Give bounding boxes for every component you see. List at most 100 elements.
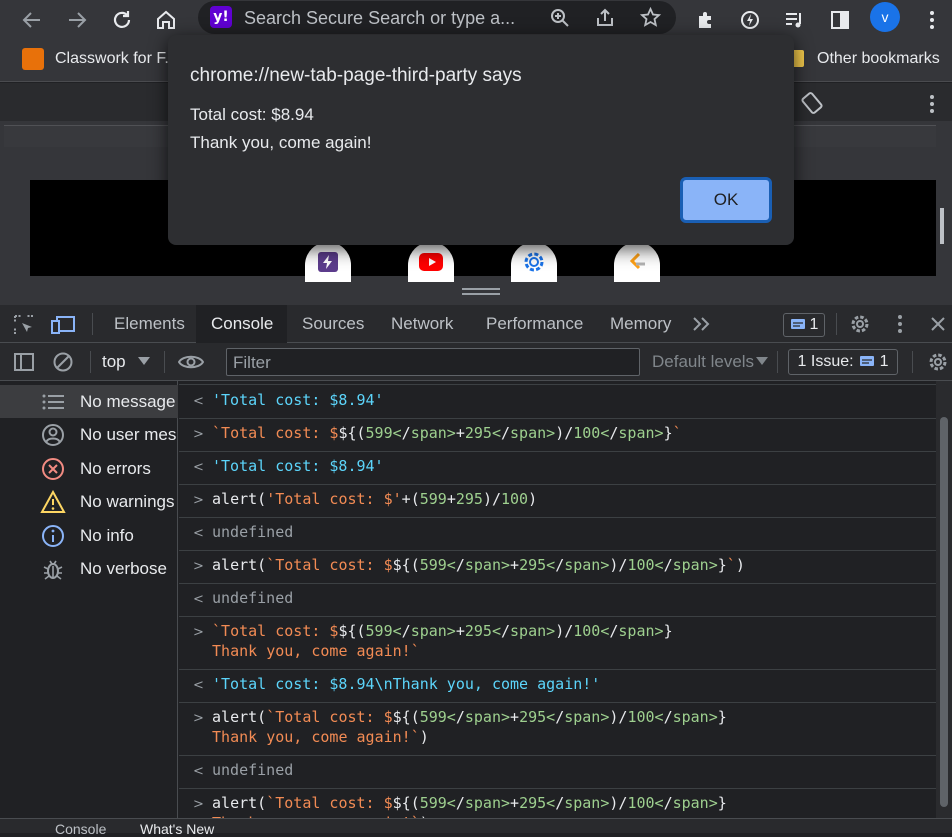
home-icon [157,10,175,29]
console-input-row: > alert(`Total cost: $${(599</span>+295</… [179,789,936,818]
alert-dialog: chrome://new-tab-page-third-party says T… [168,35,794,245]
sidebar-label: No errors [80,459,151,478]
chrome-menu-button[interactable] [916,4,948,36]
zoom-icon[interactable] [550,8,570,28]
device-toolbar-icon[interactable] [51,314,75,336]
devtools-menu-icon[interactable] [896,314,904,334]
filter-input[interactable]: Filter [226,348,640,376]
back-arrow-icon [22,12,40,28]
sidebar-label: No user messages [80,425,176,444]
toolbar-divider [90,351,91,373]
result-arrow-icon: < [193,764,204,779]
result-arrow-icon: < [193,394,204,409]
shortcut-youtube[interactable] [408,242,454,282]
console-toolbar: top Filter Default levels 1 Issue: 1 [0,343,952,381]
more-tabs-chevron-icon[interactable] [692,316,712,332]
bookmark-classwork[interactable]: Classwork for F... [55,50,178,68]
share-icon[interactable] [595,8,615,28]
input-prompt-icon: > [193,559,204,574]
rotate-device-icon[interactable] [800,91,824,115]
back-button[interactable] [16,4,48,36]
bolt-app-icon [318,252,338,272]
settings-gear-icon[interactable] [849,313,871,335]
context-selector[interactable]: top [102,352,126,372]
console-settings-icon[interactable] [927,351,949,373]
shortcut-settings[interactable] [511,242,557,282]
side-panel-icon [831,11,849,29]
scrollbar-thumb[interactable] [940,417,948,807]
console-line: undefined [212,523,294,541]
inspect-element-icon[interactable] [13,314,35,336]
result-arrow-icon: < [193,592,204,607]
reload-button[interactable] [106,4,138,36]
console-line: undefined [212,589,294,607]
forward-button[interactable] [61,4,93,36]
tab-sources[interactable]: Sources [288,305,378,343]
console-input-row: > `Total cost: $${(599</span>+295</span>)… [179,617,936,670]
dialog-message-line1: Total cost: $8.94 [190,105,314,124]
console-input-row: > alert(`Total cost: $${(599</span>+295</… [179,551,936,584]
extension-bolt-button[interactable] [734,4,766,36]
user-icon [40,422,66,448]
console-result-row: < 'Total cost: $8.94' [179,386,936,419]
sidebar-item-user-messages[interactable]: No user messages [0,418,178,451]
info-icon [40,523,66,549]
chevron-down-icon [138,357,150,365]
shortcut-bolt[interactable] [305,242,351,282]
extensions-button[interactable] [690,4,722,36]
address-bar[interactable]: y! Search Secure Search or type a... [198,1,676,34]
log-levels-dropdown[interactable]: Default levels [652,352,754,372]
side-panel-button[interactable] [824,4,856,36]
issue-message-icon [859,356,874,366]
messages-badge[interactable]: 1 [783,313,825,337]
tab-elements[interactable]: Elements [98,305,201,343]
media-controls-button[interactable] [778,4,810,36]
profile-avatar[interactable]: v [870,2,900,32]
close-icon[interactable] [929,315,947,333]
console-scrollbar[interactable] [936,381,952,818]
resize-handle[interactable] [940,208,944,244]
console-line: 'Total cost: $8.94' [212,391,384,409]
home-button[interactable] [150,4,182,36]
sidebar-item-warnings[interactable]: No warnings [0,485,178,518]
levels-chevron-icon [756,357,768,365]
sidebar-item-messages[interactable]: No messages [0,385,178,418]
sidebar-label: No info [80,526,134,545]
tab-console[interactable]: Console [196,305,287,343]
drawer-tab-whats-new[interactable]: What's New [140,821,214,837]
sidebar-label: No messages [80,392,176,411]
drawer-grip[interactable] [462,288,500,290]
result-arrow-icon: < [193,678,204,693]
sidebar-item-info[interactable]: No info [0,519,178,552]
device-menu-icon[interactable] [928,93,936,115]
messages-count: 1 [809,316,819,333]
drawer-tab-console[interactable]: Console [55,821,106,837]
console-line: 'Total cost: $8.94' [212,457,384,475]
console-input-row: > alert(`Total cost: $${(599</span>+295</… [179,703,936,756]
sidebar-toggle-icon[interactable] [13,352,35,372]
console-line: 'Total cost: $8.94\nThank you, come agai… [212,675,601,693]
bookmark-star-icon[interactable] [640,7,661,28]
youtube-icon [419,253,443,271]
music-queue-icon [786,13,801,28]
tab-performance[interactable]: Performance [472,305,597,343]
console-line: Thank you, come again!` [212,642,420,660]
tab-network[interactable]: Network [377,305,467,343]
tab-memory[interactable]: Memory [596,305,685,343]
sidebar-item-verbose[interactable]: No verbose [0,552,178,585]
search-engine-icon: y! [210,6,232,28]
eye-icon[interactable] [178,353,204,371]
sidebar-item-errors[interactable]: No errors [0,452,178,485]
clear-console-icon[interactable] [52,351,74,373]
classroom-icon [22,48,44,70]
warning-icon [40,489,66,515]
shortcut-leetcode[interactable] [614,242,660,282]
console-result-row: < undefined [179,584,936,617]
other-bookmarks[interactable]: Other bookmarks [817,50,940,68]
browser-toolbar: y! Search Secure Search or type a... v [0,0,952,40]
issues-button[interactable]: 1 Issue: 1 [788,349,898,375]
devtools-tab-bar: Elements Console Sources Network Perform… [0,305,952,343]
sidebar-label: No verbose [80,559,167,578]
reload-icon [113,11,131,28]
ok-button[interactable]: OK [680,177,772,223]
